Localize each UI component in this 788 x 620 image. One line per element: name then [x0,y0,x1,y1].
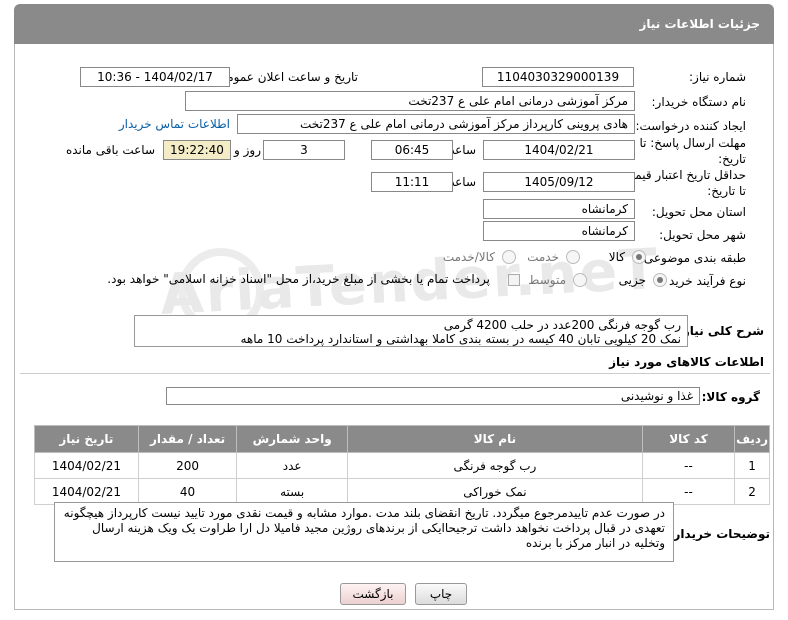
announce-datetime-label: تاریخ و ساعت اعلان عمومی: [213,70,358,84]
col-quantity: تعداد / مقدار [137,425,238,453]
items-section-title: اطلاعات کالاهای مورد نیاز [609,355,764,369]
deadline-days-field: 3 [263,140,345,160]
cell-unit: عدد [236,452,348,479]
cell-code: -- [641,478,736,505]
purchase-process-radio-medium[interactable] [573,273,587,287]
table-row: 2 -- نمک خوراکی بسته 40 1404/02/21 [34,478,770,505]
treasury-bonds-text: پرداخت تمام یا بخشی از مبلغ خرید،از محل … [107,272,490,286]
purchase-process-option-medium: متوسط [528,273,566,287]
subject-class-option-goods-service: کالا/خدمت [442,250,495,264]
page-header: جزئیات اطلاعات نیاز [14,4,774,44]
description-label: شرح کلی نیاز: [678,324,764,338]
delivery-province-label: استان محل تحویل: [651,205,746,219]
purchase-process-label: نوع فرآیند خرید : [661,274,746,288]
divider [20,373,770,374]
cell-quantity: 40 [137,478,238,505]
remaining-time-label: ساعت باقی مانده [65,143,155,157]
subject-class-radio-service[interactable] [566,250,580,264]
price-validity-label-line2: تا تاریخ: [707,184,746,198]
price-validity-time-field: 11:11 [371,172,453,192]
cell-name: رب گوجه فرنگی [346,452,643,479]
deadline-days-label: روز و [234,143,261,157]
deadline-label-line1: مهلت ارسال پاسخ: تا [639,136,746,150]
delivery-city-label: شهر محل تحویل: [659,228,746,242]
need-number-field: 1104030329000139 [482,67,634,87]
cell-row: 1 [734,452,770,479]
cell-need-date: 1404/02/21 [34,478,139,505]
cell-row: 2 [734,478,770,505]
buyer-org-label: نام دستگاه خریدار: [651,95,747,109]
items-table-header: ردیف کد کالا نام کالا واحد شمارش تعداد /… [34,425,770,453]
requester-field: هادی پروینی کارپرداز مرکز آموزشی درمانی … [237,114,635,134]
treasury-bonds-checkbox[interactable] [508,274,520,286]
items-table: ردیف کد کالا نام کالا واحد شمارش تعداد /… [34,425,770,505]
price-validity-date-field: 1405/09/12 [483,172,635,192]
print-button[interactable]: چاپ [415,583,467,605]
requester-label: ایجاد کننده درخواست: [635,119,746,133]
subject-class-option-goods: کالا [608,250,625,264]
deadline-label-line2: تاریخ: [718,152,746,166]
buyer-notes-field: در صورت عدم تاییدمرجوع میگردد. تاریخ انق… [54,502,674,562]
purchase-process-option-minor: جزیی [618,273,646,287]
deadline-date-field: 1404/02/21 [483,140,635,160]
description-field: رب گوجه فرنگی 200عدد در حلب 4200 گرمی نم… [134,315,688,347]
col-row: ردیف [734,425,770,453]
buyer-contact-link[interactable]: اطلاعات تماس خریدار [119,117,230,131]
deadline-time-field: 06:45 [371,140,453,160]
table-row: 1 -- رب گوجه فرنگی عدد 200 1404/02/21 [34,452,770,479]
goods-group-field: غذا و نوشیدنی [166,387,700,405]
page-title: جزئیات اطلاعات نیاز [639,17,760,31]
goods-group-label: گروه کالا: [701,390,760,404]
delivery-city-field: کرمانشاه [483,221,635,241]
description-line-2: نمک 20 کیلویی تابان 40 کیسه در بسته بندی… [240,332,681,346]
remaining-time-field: 19:22:40 [163,140,231,160]
col-name: نام کالا [346,425,643,453]
col-unit: واحد شمارش [236,425,348,453]
need-number-label: شماره نیاز: [689,70,746,84]
subject-class-option-service: خدمت [527,250,559,264]
delivery-province-field: کرمانشاه [483,199,635,219]
price-validity-label-line1: حداقل تاریخ اعتبار قیمت: [619,168,746,182]
cell-unit: بسته [236,478,348,505]
cell-need-date: 1404/02/21 [34,452,139,479]
cell-name: نمک خوراکی [346,478,643,505]
buyer-org-field: مرکز آموزشی درمانی امام علی ع 237تخت [185,91,635,111]
buyer-notes-label: توضیحات خریدار: [668,527,770,541]
col-code: کد کالا [641,425,736,453]
announce-datetime-field: 1404/02/17 - 10:36 [80,67,230,87]
description-line-1: رب گوجه فرنگی 200عدد در حلب 4200 گرمی [443,318,681,332]
col-need-date: تاریخ نیاز [34,425,139,453]
subject-class-label: طبقه بندی موضوعی: [639,251,746,265]
subject-class-radio-goods-service[interactable] [502,250,516,264]
purchase-process-radio-minor[interactable] [653,273,667,287]
cell-code: -- [641,452,736,479]
subject-class-radio-goods[interactable] [632,250,646,264]
back-button[interactable]: بازگشت [340,583,406,605]
cell-quantity: 200 [137,452,238,479]
